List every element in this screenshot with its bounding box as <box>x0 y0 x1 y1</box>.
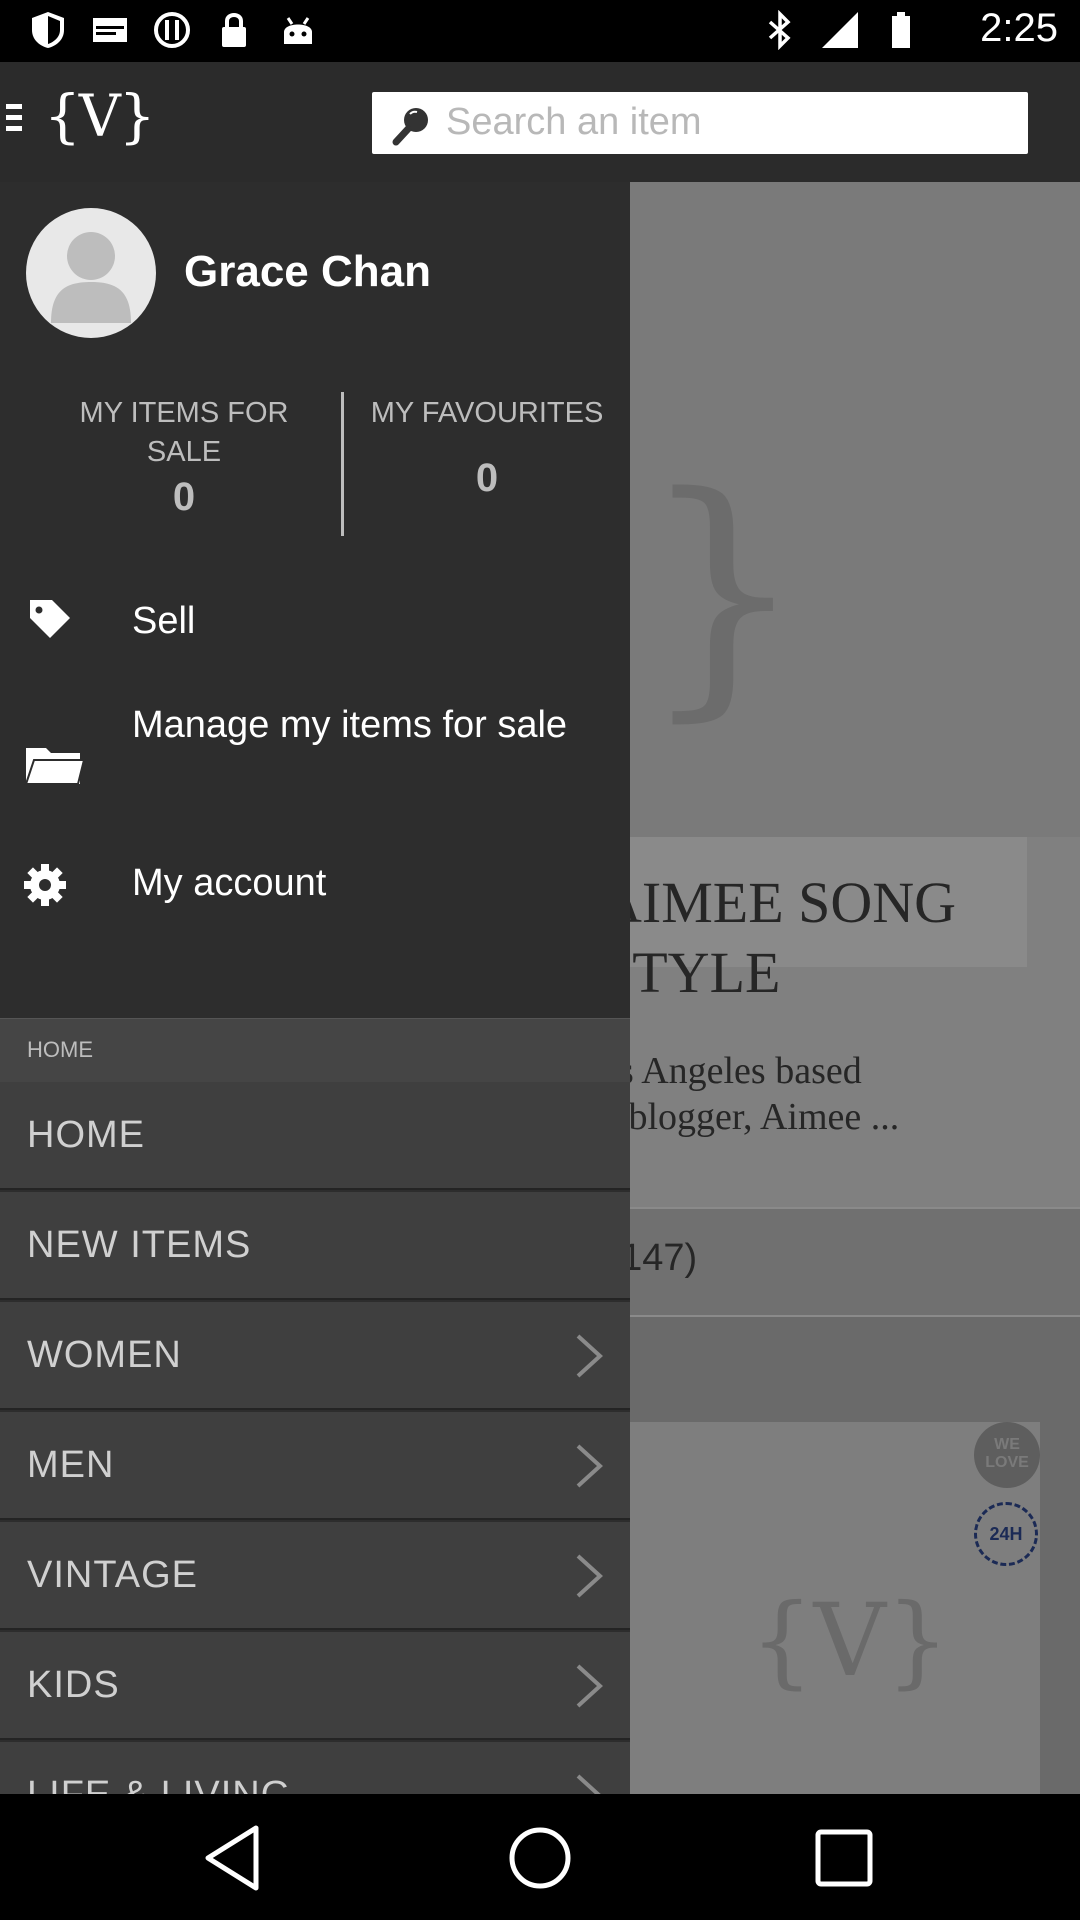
user-name[interactable]: Grace Chan <box>184 247 431 297</box>
drawer-item-sell[interactable]: Sell <box>0 590 630 690</box>
status-bar: 2:25 <box>0 0 1080 62</box>
screen: 2:25 {V} } AIMEE SONG STYLE os Angeles b… <box>0 0 1080 1920</box>
search-box[interactable] <box>372 92 1028 154</box>
24h-badge: 24H <box>974 1502 1038 1566</box>
chevron-right-icon <box>576 1444 603 1488</box>
bluetooth-icon <box>768 10 791 50</box>
banner-logo: {V} <box>750 1582 950 1699</box>
background-content: } AIMEE SONG STYLE os Angeles based n bl… <box>600 182 1080 1794</box>
category-label: KIDS <box>27 1664 120 1706</box>
status-time: 2:25 <box>980 6 1058 50</box>
drawer-item-my-account[interactable]: My account <box>0 858 630 958</box>
shield-icon <box>32 12 64 48</box>
category-vintage[interactable]: VINTAGE <box>0 1522 630 1630</box>
app-logo[interactable]: {V} <box>44 82 156 150</box>
category-label: NEW ITEMS <box>27 1224 252 1266</box>
category-home[interactable]: HOME <box>0 1082 630 1190</box>
category-label: MEN <box>27 1444 115 1486</box>
avatar[interactable] <box>26 208 156 338</box>
home-icon[interactable] <box>500 1818 580 1898</box>
stat-label: MY FAVOURITES <box>370 397 604 429</box>
price-tag-icon <box>30 600 70 638</box>
stat-favourites[interactable]: MY FAVOURITES 0 <box>344 394 630 498</box>
folder-icon <box>24 748 86 785</box>
chevron-right-icon <box>576 1334 603 1378</box>
drawer-item-label: Sell <box>132 600 196 642</box>
category-new-items[interactable]: NEW ITEMS <box>0 1192 630 1300</box>
system-nav-bar <box>0 1794 1080 1920</box>
search-input[interactable] <box>446 96 1006 148</box>
category-label: LIFE & LIVING <box>27 1774 291 1794</box>
drawer-item-label: Manage my items for sale <box>132 704 568 746</box>
recents-icon[interactable] <box>804 1818 884 1898</box>
hero-brace-decoration: } <box>640 442 806 744</box>
hero-banner: } <box>600 182 1080 837</box>
stat-items-for-sale[interactable]: MY ITEMS FOR SALE 0 <box>40 394 328 517</box>
category-label: VINTAGE <box>27 1554 198 1596</box>
article-card: AIMEE SONG STYLE os Angeles based n blog… <box>600 837 1080 1207</box>
gallery-icon <box>93 18 127 42</box>
lock-icon <box>222 13 246 47</box>
article-title-line1: AIMEE SONG <box>600 870 957 935</box>
battery-icon <box>892 12 910 48</box>
search-icon <box>392 108 428 146</box>
we-love-badge: WE LOVE <box>974 1422 1040 1488</box>
item-count-row: 3147) <box>600 1207 1080 1317</box>
category-men[interactable]: MEN <box>0 1412 630 1520</box>
sync-icon <box>154 12 190 48</box>
article-desc-line2: n blogger, Aimee ... <box>600 1096 900 1138</box>
gear-icon <box>24 864 66 906</box>
section-header-label: HOME <box>27 1037 93 1062</box>
drawer-item-label: My account <box>132 862 327 904</box>
signal-icon <box>822 12 858 48</box>
chevron-right-icon <box>576 1774 601 1794</box>
android-icon <box>284 17 312 44</box>
drawer-item-manage-items[interactable]: Manage my items for sale <box>0 700 630 830</box>
user-silhouette-icon <box>51 232 131 323</box>
chevron-right-icon <box>576 1664 603 1708</box>
category-label: WOMEN <box>27 1334 182 1376</box>
menu-icon[interactable] <box>6 104 26 140</box>
stat-value: 0 <box>172 475 196 519</box>
category-women[interactable]: WOMEN <box>0 1302 630 1410</box>
navigation-drawer: Grace Chan MY ITEMS FOR SALE 0 MY FAVOUR… <box>0 182 630 1794</box>
chevron-right-icon <box>576 1554 603 1598</box>
section-header: HOME <box>0 1018 630 1082</box>
category-kids[interactable]: KIDS <box>0 1632 630 1740</box>
category-label: HOME <box>27 1114 145 1156</box>
back-icon[interactable] <box>198 1818 278 1898</box>
category-life-living[interactable]: LIFE & LIVING <box>0 1742 630 1794</box>
stat-label: MY ITEMS FOR SALE <box>79 397 289 468</box>
app-bar: {V} <box>0 62 1080 182</box>
article-desc-line1: os Angeles based <box>600 1050 862 1092</box>
stat-value: 0 <box>475 456 499 500</box>
